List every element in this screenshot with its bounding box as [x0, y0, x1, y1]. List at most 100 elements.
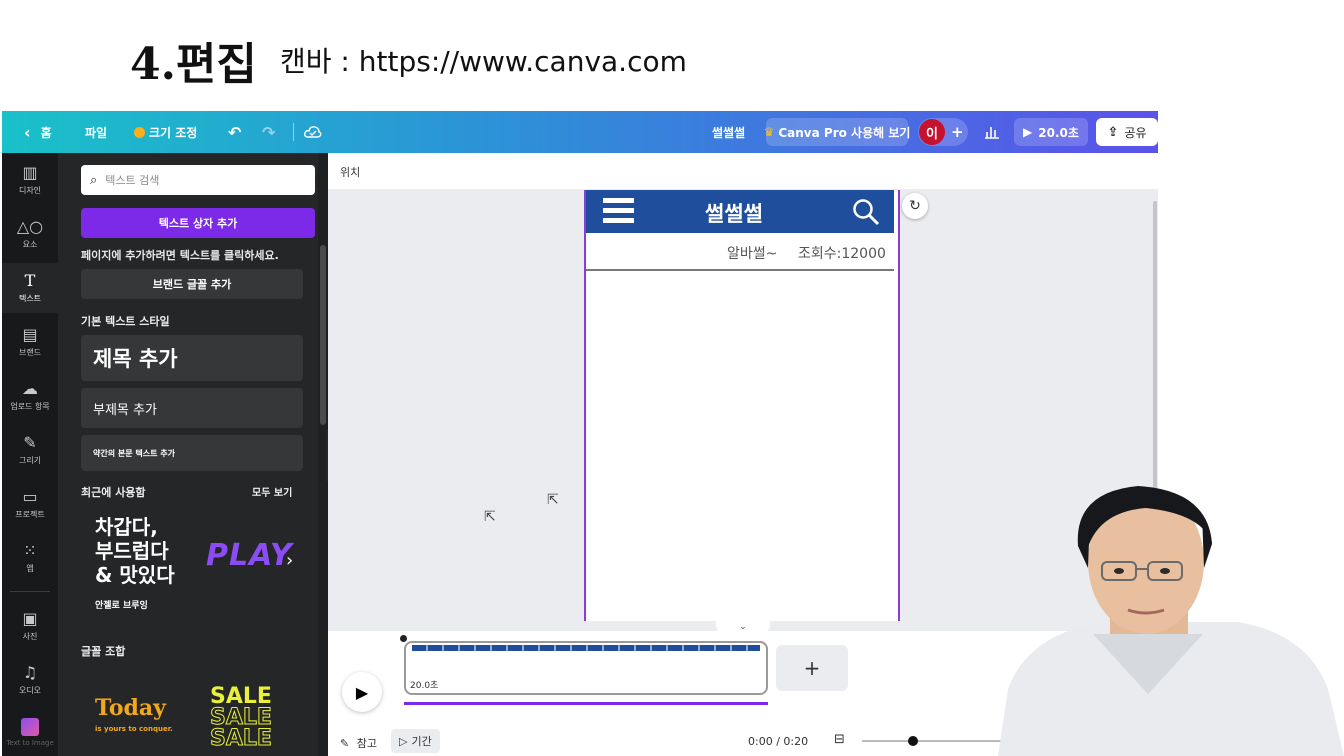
- present-button[interactable]: ▶ 20.0초: [1014, 118, 1088, 146]
- rail-divider: [10, 591, 50, 592]
- panel-scroll-thumb[interactable]: [320, 245, 326, 425]
- add-heading-button[interactable]: 제목 추가: [81, 335, 303, 381]
- rail-item-draw[interactable]: ✎ 그리기: [2, 425, 58, 475]
- rail-label: 요소: [22, 240, 38, 249]
- grid-view-icon[interactable]: ⊟: [834, 732, 845, 747]
- pro-trial-label: Canva Pro 사용해 보기: [778, 125, 911, 140]
- search-icon: [852, 198, 880, 226]
- rail-item-uploads[interactable]: ☁ 업로드 항목: [2, 371, 58, 421]
- add-subheading-button[interactable]: 부제목 추가: [81, 388, 303, 428]
- rail-label: 업로드 항목: [10, 402, 50, 411]
- see-all-link[interactable]: 모두 보기: [252, 484, 292, 499]
- toolbar-divider: [293, 123, 294, 141]
- notes-button[interactable]: ✎ 참고: [340, 735, 377, 751]
- duration-label: 기간: [411, 735, 432, 748]
- rail-item-brand[interactable]: ▤ 브랜드: [2, 317, 58, 367]
- position-button[interactable]: 위치: [340, 164, 360, 180]
- rail-label: 앱: [26, 564, 34, 573]
- card-line: & 맛있다: [95, 563, 175, 587]
- cloud-saved-icon[interactable]: [304, 111, 322, 153]
- card-line: 부드럽다: [95, 539, 169, 563]
- design-page[interactable]: 썰썰썰 알바썰~ 조회수:12000: [584, 190, 900, 621]
- canvas-scrollbar[interactable]: [1153, 201, 1157, 491]
- playhead-marker[interactable]: [400, 635, 407, 642]
- duration-button[interactable]: ▷ 기간: [391, 729, 440, 753]
- folder-icon: ▭: [22, 487, 38, 506]
- share-icon: ⇪: [1107, 124, 1119, 140]
- rail-item-text[interactable]: T 텍스트: [2, 263, 58, 313]
- document-name[interactable]: 썰썰썰: [712, 111, 745, 153]
- rail-item-projects[interactable]: ▭ 프로젝트: [2, 479, 58, 529]
- default-styles-heading: 기본 텍스트 스타일: [81, 315, 170, 328]
- rail-item-audio[interactable]: ♫ 오디오: [2, 655, 58, 705]
- zoom-slider-thumb[interactable]: [908, 736, 918, 746]
- expand-timeline-tab[interactable]: ⌄: [716, 621, 770, 633]
- chevron-right-icon[interactable]: ›: [286, 550, 306, 574]
- page-title: 썰썰썰: [705, 202, 763, 226]
- undo-icon[interactable]: ↶: [228, 111, 241, 153]
- draw-icon: ✎: [23, 433, 37, 452]
- rail-item-elements[interactable]: △○ 요소: [2, 209, 58, 259]
- add-textbox-button[interactable]: 텍스트 상자 추가: [81, 208, 315, 238]
- rail-item-photos[interactable]: ▣ 사진: [2, 601, 58, 651]
- position-toolbar: 위치: [328, 153, 1158, 189]
- pro-trial-button[interactable]: ♛ Canva Pro 사용해 보기: [764, 118, 911, 146]
- recent-font-card-1[interactable]: 차갑다, 부드럽다 & 맛있다 안젤로 브루잉: [81, 503, 189, 613]
- card-caption: 안젤로 브루잉: [95, 601, 148, 611]
- add-collaborator-icon[interactable]: +: [951, 123, 964, 141]
- combo-sale-line: SALE: [210, 705, 273, 730]
- zoom-slider[interactable]: [862, 736, 1002, 746]
- apps-icon: ⁙: [23, 541, 37, 560]
- layout-icon: ▥: [22, 163, 38, 182]
- duration-icon: ▷: [399, 734, 408, 748]
- mouse-cursor-icon: ⇱: [547, 492, 559, 508]
- regenerate-icon[interactable]: ↻: [902, 193, 928, 219]
- rail-label: 디자인: [18, 186, 42, 195]
- rail-label: 브랜드: [18, 348, 42, 357]
- combo-today-title: Today: [95, 695, 166, 721]
- recent-heading: 최근에 사용함: [81, 486, 146, 499]
- home-button[interactable]: ‹ 홈: [24, 111, 52, 153]
- combo-sale-line: SALE: [210, 684, 272, 709]
- add-body-text-button[interactable]: 약간의 본문 텍스트 추가: [81, 435, 303, 471]
- combo-card-sale[interactable]: SALE SALE SALE: [206, 684, 296, 753]
- card-line: 차갑다,: [95, 515, 158, 539]
- upload-icon: ☁: [22, 379, 38, 398]
- add-brand-fonts-button[interactable]: 브랜드 글꼴 추가: [81, 269, 303, 299]
- rail-label: 텍스트: [18, 294, 42, 303]
- rail-item-apps[interactable]: ⁙ 앱: [2, 533, 58, 583]
- share-label: 공유: [1124, 125, 1147, 140]
- rail-label: 오디오: [18, 686, 42, 695]
- chevron-left-icon: ‹: [24, 122, 31, 142]
- text-panel: ⌕ 텍스트 검색 텍스트 상자 추가 페이지에 추가하려면 텍스트를 클릭하세요…: [58, 153, 328, 756]
- play-button[interactable]: ▶: [342, 672, 382, 712]
- insights-icon[interactable]: [978, 118, 1006, 146]
- author-label: 알바썰~: [727, 246, 778, 262]
- notes-icon: ✎: [340, 737, 350, 750]
- divider-line: [586, 269, 894, 271]
- page-clip[interactable]: 20.0초: [404, 641, 768, 695]
- canva-editor: ‹ 홈 파일 크기 조정 ↶ ↷ 썰썰썰 ♛ Canva Pro 사용해 보기 …: [2, 111, 1158, 756]
- rail-label: Text to Image: [6, 739, 54, 747]
- avatar[interactable]: 이: [919, 119, 945, 145]
- brand-icon: ▤: [22, 325, 38, 344]
- text-search-box[interactable]: ⌕ 텍스트 검색: [81, 165, 315, 195]
- font-combos-heading: 글꼴 조합: [81, 645, 126, 658]
- rail-item-text-to-image[interactable]: Text to Image: [2, 709, 58, 756]
- search-icon: ⌕: [90, 172, 98, 188]
- text-to-image-icon: [21, 718, 39, 736]
- play-text: PLAY: [206, 538, 293, 573]
- audio-icon: ♫: [22, 663, 38, 682]
- slide-title: 4.편집: [130, 39, 257, 90]
- slide-subtitle: 캔바 : https://www.canva.com: [280, 45, 687, 78]
- share-button[interactable]: ⇪ 공유: [1096, 118, 1158, 146]
- rail-item-design[interactable]: ▥ 디자인: [2, 155, 58, 205]
- add-page-button[interactable]: +: [776, 645, 848, 691]
- present-duration: 20.0초: [1038, 125, 1079, 140]
- crown-icon: [134, 126, 145, 138]
- resize-button[interactable]: 크기 조정: [134, 111, 197, 153]
- combo-card-today[interactable]: Today is yours to conquer.: [81, 683, 191, 753]
- file-menu[interactable]: 파일: [85, 111, 107, 153]
- redo-icon[interactable]: ↷: [262, 111, 275, 153]
- collaborators: 이 +: [918, 118, 968, 146]
